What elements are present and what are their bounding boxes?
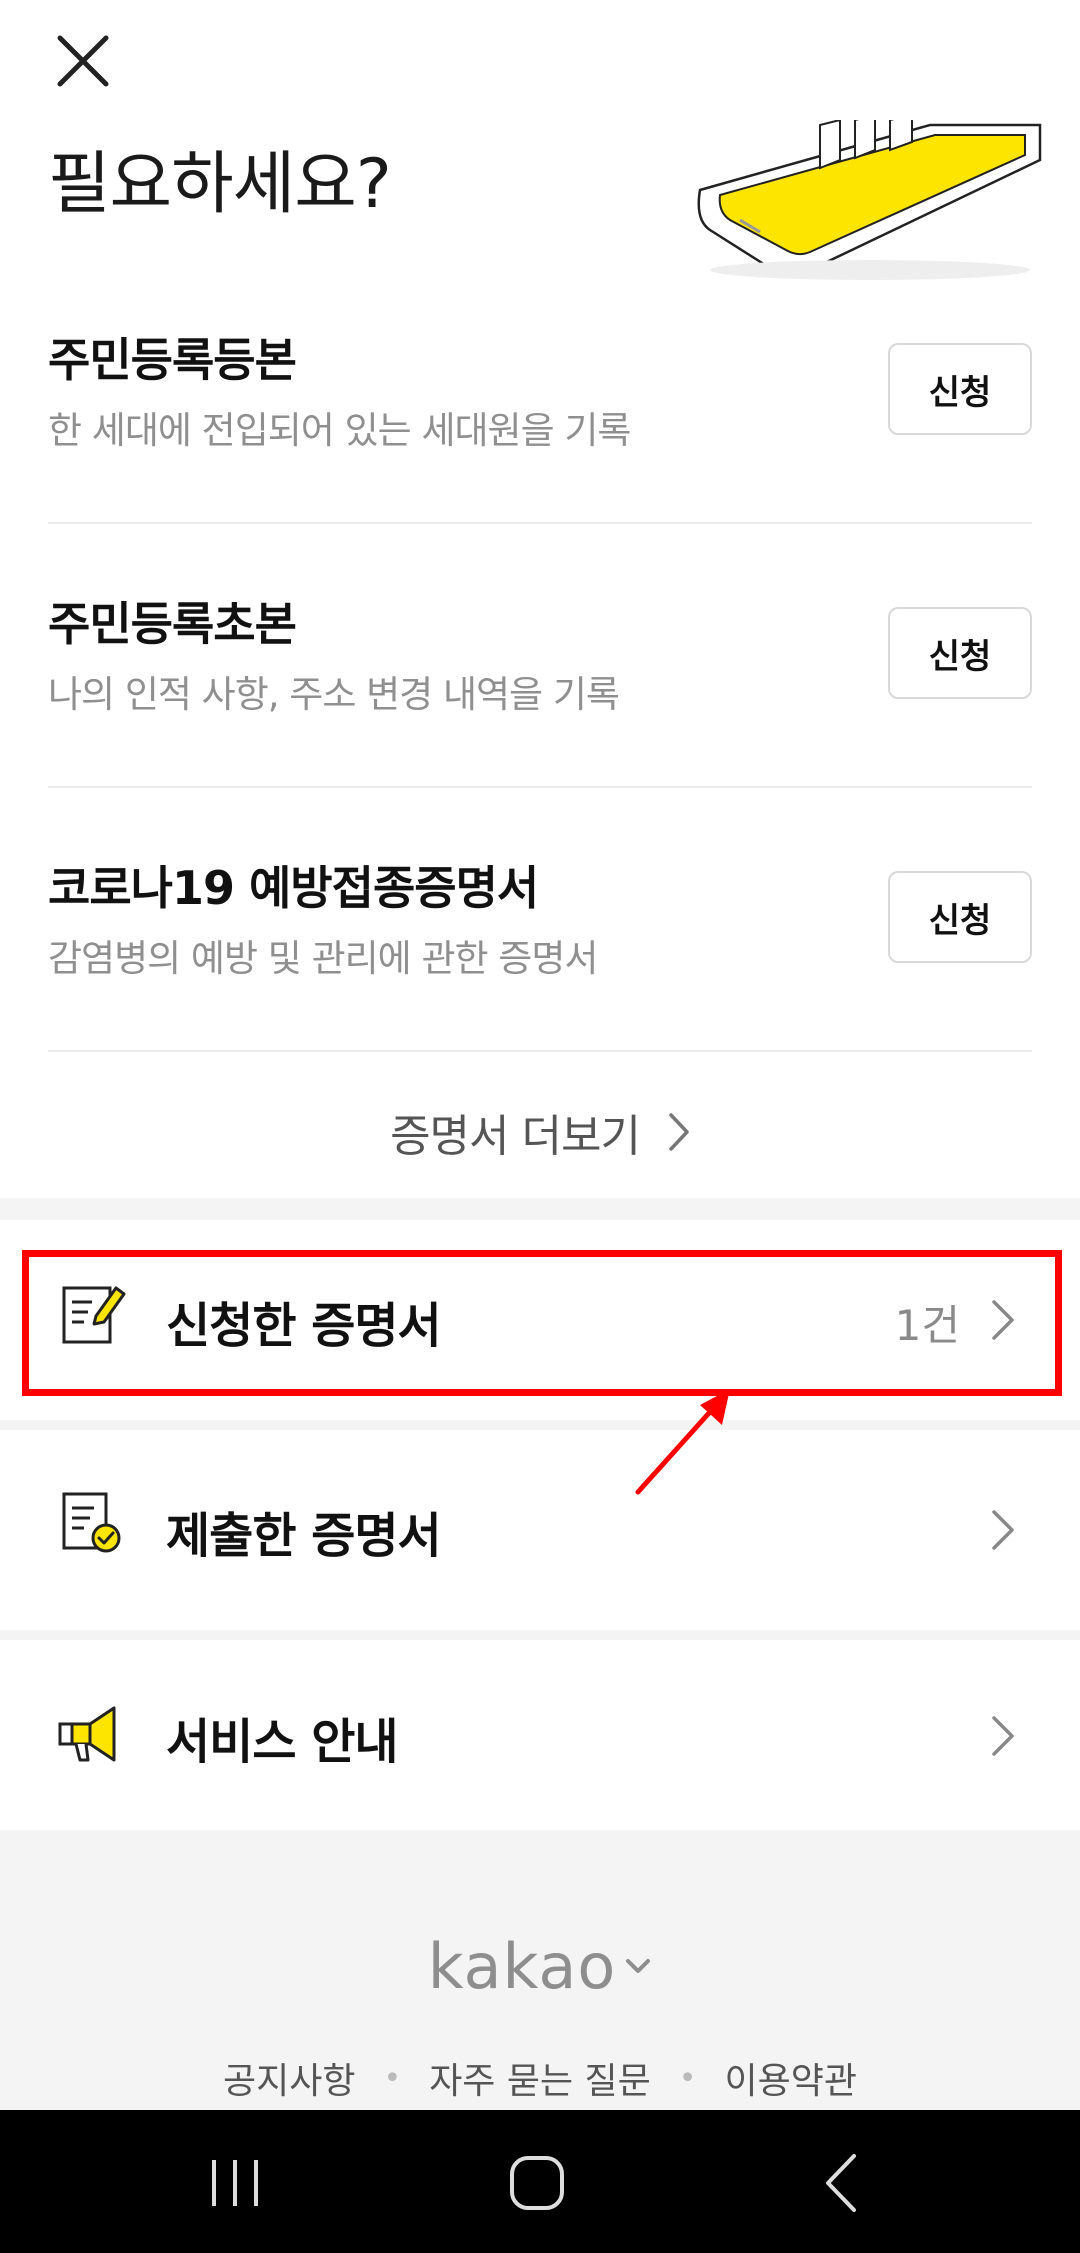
more-certificates-label: 증명서 더보기 bbox=[390, 1111, 641, 1162]
section-divider bbox=[0, 1198, 1080, 1220]
apply-button[interactable]: 신청 bbox=[888, 607, 1032, 699]
close-icon bbox=[57, 35, 109, 87]
recent-apps-icon[interactable] bbox=[200, 2148, 270, 2218]
certificate-description: 한 세대에 전입되어 있는 세대원을 기록 bbox=[48, 409, 631, 452]
kakao-logo: kakao bbox=[427, 1930, 617, 2003]
footer-links: 공지사항 • 자주 묻는 질문 • 이용약관 bbox=[0, 2052, 1080, 2104]
home-icon[interactable] bbox=[502, 2148, 572, 2218]
page-title: 필요하세요? bbox=[48, 145, 392, 224]
apply-button[interactable]: 신청 bbox=[888, 871, 1032, 963]
more-certificates-link[interactable]: 증명서 더보기 bbox=[0, 1092, 1080, 1172]
highlight-annotation-box bbox=[22, 1250, 1062, 1396]
separator-dot: • bbox=[678, 2060, 697, 2096]
back-icon[interactable] bbox=[808, 2148, 878, 2218]
phone-illustration bbox=[697, 120, 1042, 280]
certificate-item-resident-copy: 주민등록등본 한 세대에 전입되어 있는 세대원을 기록 신청 bbox=[48, 260, 1032, 524]
menu-item-service-info[interactable]: 서비스 안내 bbox=[0, 1640, 1080, 1830]
certificate-name: 주민등록등본 bbox=[48, 333, 297, 387]
certificate-item-covid-vaccination: 코로나19 예방접종증명서 감염병의 예방 및 관리에 관한 증명서 신청 bbox=[48, 788, 1032, 1052]
footer-link-notice[interactable]: 공지사항 bbox=[223, 2052, 355, 2104]
footer: kakao 공지사항 • 자주 묻는 질문 • 이용약관 bbox=[0, 1830, 1080, 2110]
footer-link-faq[interactable]: 자주 묻는 질문 bbox=[429, 2052, 651, 2104]
certificate-description: 나의 인적 사항, 주소 변경 내역을 기록 bbox=[48, 673, 620, 716]
certificate-item-resident-abstract: 주민등록초본 나의 인적 사항, 주소 변경 내역을 기록 신청 bbox=[48, 524, 1032, 788]
menu-item-label: 서비스 안내 bbox=[166, 1714, 399, 1770]
megaphone-icon bbox=[58, 1706, 116, 1762]
apply-button[interactable]: 신청 bbox=[888, 343, 1032, 435]
system-navigation-bar bbox=[0, 2110, 1080, 2253]
menu-item-label: 제출한 증명서 bbox=[166, 1508, 442, 1564]
certificate-name: 주민등록초본 bbox=[48, 597, 297, 651]
menu-item-submitted-certificates[interactable]: 제출한 증명서 bbox=[0, 1430, 1080, 1630]
document-check-icon bbox=[62, 1492, 121, 1553]
chevron-right-icon bbox=[992, 1716, 1014, 1756]
footer-link-terms[interactable]: 이용약관 bbox=[725, 2052, 857, 2104]
separator-dot: • bbox=[383, 2060, 402, 2096]
close-button[interactable] bbox=[50, 28, 120, 98]
certificate-description: 감염병의 예방 및 관리에 관한 증명서 bbox=[48, 937, 598, 980]
chevron-right-icon bbox=[669, 1113, 689, 1151]
chevron-down-icon bbox=[626, 1958, 651, 1973]
red-arrow-annotation bbox=[635, 1389, 730, 1495]
kakao-brand-selector[interactable]: kakao bbox=[0, 1930, 1080, 2003]
chevron-right-icon bbox=[992, 1510, 1014, 1550]
certificate-name: 코로나19 예방접종증명서 bbox=[48, 861, 539, 915]
